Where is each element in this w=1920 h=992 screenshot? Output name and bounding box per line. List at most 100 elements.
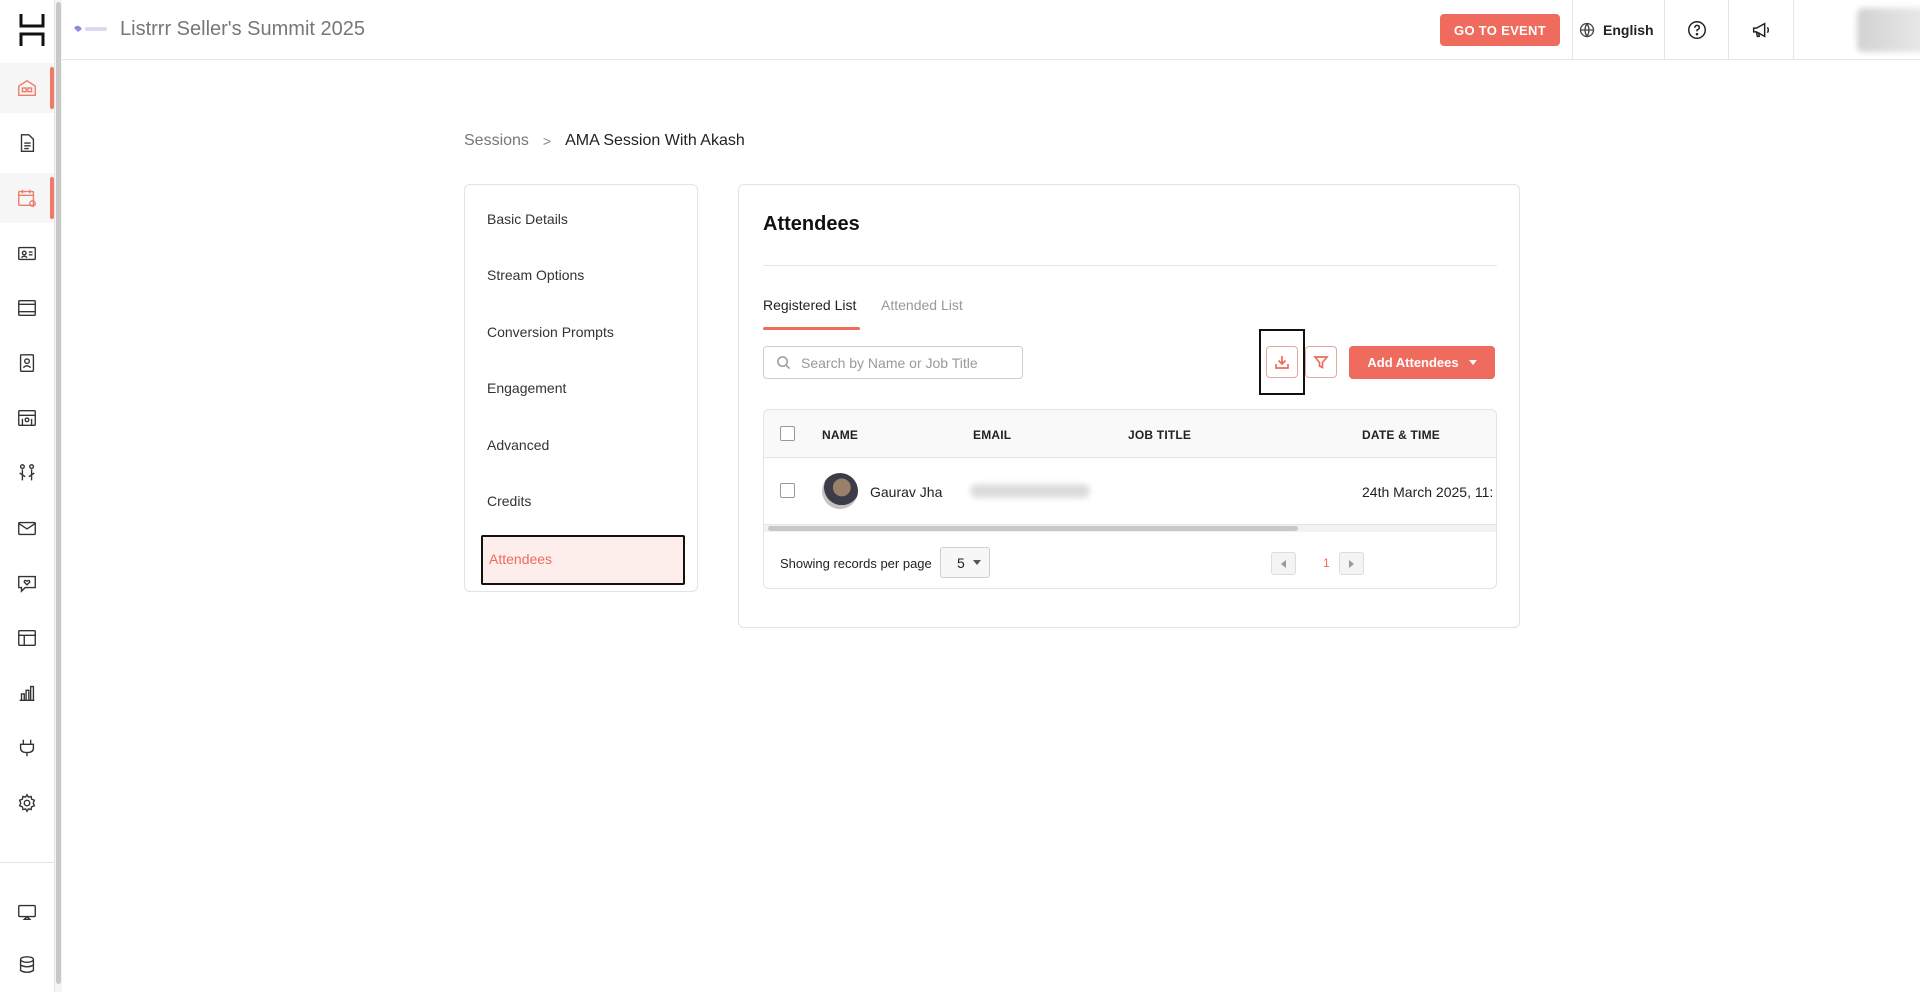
filter-button[interactable]: [1305, 346, 1337, 378]
language-selector[interactable]: English: [1579, 0, 1654, 60]
chevron-left-icon: [1281, 559, 1286, 568]
attendee-name: Gaurav Jha: [870, 484, 943, 500]
menu-item-engagement[interactable]: Engagement: [487, 380, 566, 396]
help-button[interactable]: [1666, 0, 1728, 60]
column-header-name[interactable]: NAME: [822, 428, 858, 442]
add-attendees-label: Add Attendees: [1367, 355, 1459, 370]
top-bar: Listrrr Seller's Summit 2025 GO TO EVENT…: [62, 0, 1920, 60]
document-icon: [20, 134, 35, 152]
rail-data[interactable]: [0, 940, 54, 990]
rail-divider: [0, 862, 54, 863]
chevron-right-icon: [1349, 559, 1354, 568]
download-button[interactable]: [1266, 346, 1298, 378]
panel-title: Attendees: [763, 213, 860, 235]
panel-divider: [763, 265, 1497, 266]
rail-people[interactable]: [0, 338, 54, 388]
rail-documents[interactable]: [0, 118, 54, 168]
menu-item-basic-details[interactable]: Basic Details: [487, 211, 568, 227]
help-circle-icon: [1688, 21, 1706, 39]
per-page-select[interactable]: 5: [940, 547, 990, 578]
search-input[interactable]: [801, 354, 1001, 371]
mail-icon: [18, 521, 36, 536]
menu-item-attendees[interactable]: Attendees: [481, 535, 685, 585]
left-rail: [0, 0, 62, 992]
globe-icon: [1579, 22, 1595, 38]
tab-attended-list[interactable]: Attended List: [881, 297, 963, 313]
current-page-number[interactable]: 1: [1323, 556, 1330, 570]
chevron-down-icon: [972, 560, 981, 565]
booth-icon: [18, 409, 36, 427]
menu-item-credits[interactable]: Credits: [487, 493, 531, 509]
per-page-value: 5: [957, 554, 965, 571]
attendees-panel: Attendees Registered List Attended List …: [738, 184, 1520, 628]
row-checkbox[interactable]: [780, 483, 795, 498]
column-header-job-title[interactable]: JOB TITLE: [1128, 428, 1191, 442]
records-per-page-label: Showing records per page: [780, 556, 932, 571]
attendee-date-time: 24th March 2025, 11:: [1362, 484, 1494, 500]
avatar: [822, 473, 858, 509]
settings-icon: [18, 793, 36, 813]
rail-sessions[interactable]: [0, 173, 54, 223]
active-tab-indicator: [763, 327, 860, 330]
analytics-icon: [19, 685, 35, 702]
search-box[interactable]: [763, 346, 1023, 379]
breadcrumb-sessions[interactable]: Sessions: [464, 132, 529, 150]
chevron-down-icon: [1468, 360, 1477, 365]
id-card-icon: [18, 246, 36, 261]
rail-settings[interactable]: [0, 778, 54, 828]
session-settings-menu: Basic Details Stream Options Conversion …: [464, 184, 698, 592]
column-header-email[interactable]: EMAIL: [973, 428, 1011, 442]
tab-registered-list[interactable]: Registered List: [763, 297, 856, 313]
rail-layout[interactable]: [0, 613, 54, 663]
home-icon: [18, 79, 36, 97]
event-logo-icon: [74, 25, 107, 32]
plugin-icon: [19, 739, 35, 757]
table-header: NAME EMAIL JOB TITLE DATE & TIME: [764, 410, 1496, 458]
announcements-button[interactable]: [1730, 0, 1792, 60]
search-icon: [777, 356, 791, 370]
rail-mail[interactable]: [0, 503, 54, 553]
breadcrumb-separator: >: [542, 133, 552, 149]
next-page-button[interactable]: [1339, 552, 1364, 575]
menu-item-conversion-prompts[interactable]: Conversion Prompts: [487, 324, 614, 340]
rail-preview[interactable]: [0, 887, 54, 937]
prev-page-button[interactable]: [1271, 552, 1296, 575]
column-header-date-time[interactable]: DATE & TIME: [1362, 428, 1440, 442]
go-to-event-button[interactable]: GO TO EVENT: [1440, 14, 1560, 46]
chat-heart-icon: [18, 575, 36, 593]
rail-networking[interactable]: [0, 448, 54, 498]
rail-scrollbar[interactable]: [54, 0, 62, 992]
rail-registrations[interactable]: [0, 228, 54, 278]
download-icon: [1275, 356, 1289, 369]
rail-integrations[interactable]: [0, 723, 54, 773]
layout-icon: [18, 629, 36, 647]
rail-home[interactable]: [0, 63, 54, 113]
event-title: Listrrr Seller's Summit 2025: [120, 18, 365, 40]
brand-logo-icon[interactable]: [18, 12, 46, 48]
user-avatar[interactable]: [1857, 8, 1920, 52]
media-icon: [18, 299, 36, 317]
menu-item-stream-options[interactable]: Stream Options: [487, 267, 584, 283]
filter-icon: [1313, 356, 1329, 369]
rail-analytics[interactable]: [0, 668, 54, 718]
add-attendees-button[interactable]: Add Attendees: [1349, 346, 1495, 379]
menu-item-advanced[interactable]: Advanced: [487, 437, 549, 453]
language-label: English: [1603, 22, 1654, 38]
breadcrumb: Sessions > AMA Session With Akash: [464, 132, 745, 150]
attendees-table: NAME EMAIL JOB TITLE DATE & TIME Gaurav …: [763, 409, 1497, 589]
table-row: Gaurav Jha 24th March 2025, 11:: [764, 458, 1496, 524]
table-footer: Showing records per page 5 1: [764, 532, 1496, 588]
rail-engagement[interactable]: [0, 558, 54, 608]
calendar-icon: [18, 189, 36, 207]
screen-icon: [18, 904, 36, 921]
megaphone-icon: [1752, 22, 1770, 38]
badge-icon: [19, 354, 35, 372]
rail-booths[interactable]: [0, 393, 54, 443]
table-horizontal-scrollbar[interactable]: [764, 524, 1496, 532]
attendee-email-redacted: [970, 484, 1090, 498]
database-icon: [19, 956, 35, 974]
breadcrumb-current: AMA Session With Akash: [565, 132, 745, 149]
rail-media[interactable]: [0, 283, 54, 333]
networking-icon: [19, 464, 35, 481]
select-all-checkbox[interactable]: [780, 426, 795, 441]
